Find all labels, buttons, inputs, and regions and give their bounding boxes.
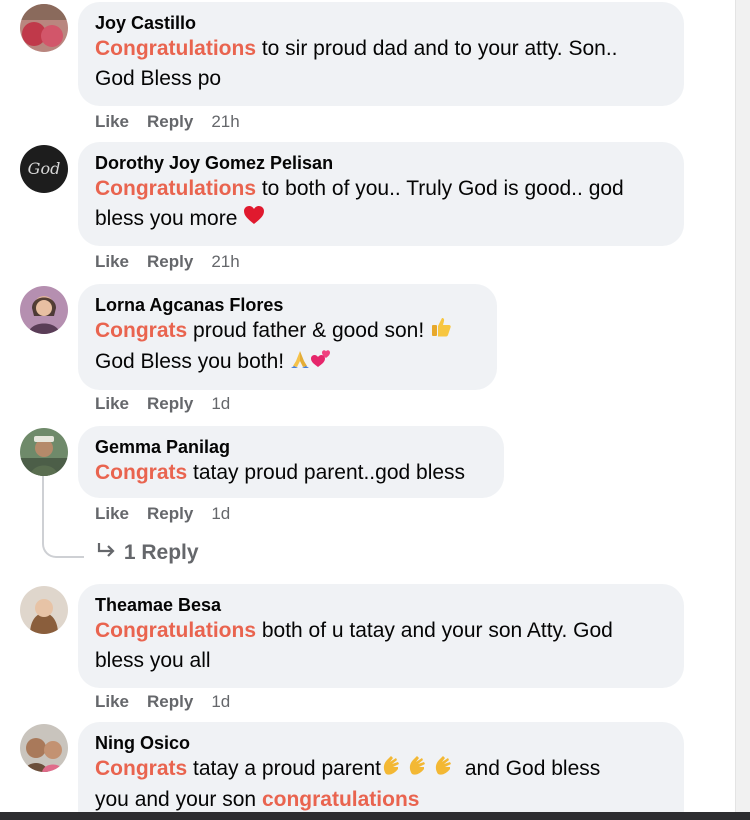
- comment-time[interactable]: 1d: [211, 504, 230, 524]
- highlighted-keyword: Congrats: [95, 319, 188, 343]
- avatar[interactable]: [20, 428, 68, 476]
- comment: Ning Osico Congrats tatay a proud parent…: [0, 722, 736, 812]
- highlighted-keyword: Congrats: [95, 757, 188, 781]
- comment-bubble: Lorna Agcanas Flores Congrats proud fath…: [78, 284, 497, 390]
- highlighted-keyword: congratulations: [261, 788, 420, 811]
- highlighted-keyword: Congratulations: [95, 37, 256, 60]
- comment-text: and God bless: [459, 757, 601, 781]
- like-button[interactable]: Like: [95, 252, 129, 272]
- comment-text: to both of you.. Truly God is good.. god: [256, 177, 624, 200]
- avatar[interactable]: God: [20, 145, 68, 193]
- comments-feed: Joy Castillo Congratulations to sir prou…: [0, 0, 736, 812]
- like-button[interactable]: Like: [95, 112, 129, 132]
- comment-time[interactable]: 1d: [211, 394, 230, 414]
- two-hearts-emoji: [310, 347, 332, 378]
- comment-time[interactable]: 21h: [211, 112, 239, 132]
- comment: God Dorothy Joy Gomez Pelisan Congratula…: [0, 140, 736, 282]
- comment-bubble: Joy Castillo Congratulations to sir prou…: [78, 2, 684, 106]
- avatar[interactable]: [20, 4, 68, 52]
- reply-thread-line: [42, 476, 84, 558]
- comment-author[interactable]: Joy Castillo: [95, 12, 666, 34]
- comment-bubble: Dorothy Joy Gomez Pelisan Congratulation…: [78, 142, 684, 246]
- heart-emoji: [243, 204, 265, 234]
- comment-text: to sir proud dad and to your atty. Son..: [256, 37, 618, 60]
- highlighted-keyword: Congrats: [95, 461, 188, 484]
- like-button[interactable]: Like: [95, 504, 129, 524]
- clapping-hands-emoji: [381, 754, 407, 785]
- comment-text: you and your son: [95, 788, 262, 811]
- comment-bubble: Gemma Panilag Congrats tatay proud paren…: [78, 426, 504, 498]
- comment-actions: Like Reply 1d: [95, 504, 230, 524]
- comment-bubble: Theamae Besa Congratulations both of u t…: [78, 584, 684, 688]
- reply-arrow-icon: [96, 540, 118, 566]
- comment-actions: Like Reply 21h: [95, 112, 240, 132]
- comment-text: both of u tatay and your son Atty. God: [256, 619, 613, 642]
- scrollbar[interactable]: [735, 0, 750, 812]
- comment-bubble: Ning Osico Congrats tatay a proud parent…: [78, 722, 684, 812]
- reply-button[interactable]: Reply: [147, 504, 193, 524]
- replies-count[interactable]: 1 Reply: [124, 541, 199, 564]
- view-replies-link[interactable]: 1 Reply: [96, 540, 199, 566]
- comment: Joy Castillo Congratulations to sir prou…: [0, 0, 736, 140]
- reply-button[interactable]: Reply: [147, 692, 193, 712]
- avatar[interactable]: [20, 724, 68, 772]
- clapping-hands-emoji: [407, 754, 433, 785]
- comment-text: bless you all: [95, 649, 211, 672]
- avatar[interactable]: [20, 286, 68, 334]
- avatar[interactable]: [20, 586, 68, 634]
- clapping-hands-emoji: [433, 754, 459, 785]
- reply-button[interactable]: Reply: [147, 252, 193, 272]
- like-button[interactable]: Like: [95, 692, 129, 712]
- svg-text:God: God: [28, 159, 61, 178]
- comment-author[interactable]: Ning Osico: [95, 732, 666, 754]
- comment-text: God Bless po: [95, 67, 222, 90]
- like-button[interactable]: Like: [95, 394, 129, 414]
- comment-text: tatay proud parent..god bless: [187, 461, 466, 484]
- reply-button[interactable]: Reply: [147, 394, 193, 414]
- highlighted-keyword: Congratulations: [95, 177, 256, 200]
- taskbar-strip: [0, 812, 750, 820]
- comment-author[interactable]: Theamae Besa: [95, 594, 666, 616]
- comment-text: proud father & good son!: [187, 319, 425, 343]
- thumbs-up-emoji: [430, 316, 452, 347]
- comment-time[interactable]: 21h: [211, 252, 239, 272]
- comment-text: bless you more: [95, 207, 238, 230]
- comment-time[interactable]: 1d: [211, 692, 230, 712]
- comment-actions: Like Reply 1d: [95, 692, 230, 712]
- praying-hands-emoji: [290, 348, 310, 378]
- comment-text: God Bless you both!: [95, 350, 285, 374]
- comment-text: tatay a proud parent: [187, 757, 381, 781]
- reply-button[interactable]: Reply: [147, 112, 193, 132]
- comment-author[interactable]: Gemma Panilag: [95, 436, 486, 458]
- comment-author[interactable]: Dorothy Joy Gomez Pelisan: [95, 152, 666, 174]
- comment: Theamae Besa Congratulations both of u t…: [0, 582, 736, 722]
- comment-actions: Like Reply 1d: [95, 394, 230, 414]
- comment-actions: Like Reply 21h: [95, 252, 240, 272]
- comment: Lorna Agcanas Flores Congrats proud fath…: [0, 282, 736, 424]
- comment-author[interactable]: Lorna Agcanas Flores: [95, 294, 479, 316]
- highlighted-keyword: Congratulations: [95, 619, 256, 642]
